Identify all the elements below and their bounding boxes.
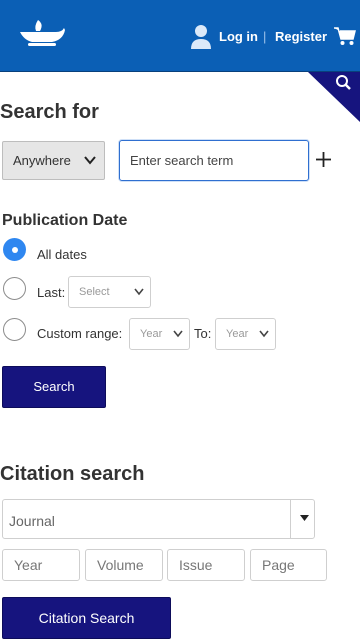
search-toggle-button[interactable]: [308, 72, 360, 122]
user-icon[interactable]: [190, 24, 212, 50]
chevron-down-icon: [84, 156, 96, 165]
cart-icon[interactable]: [334, 26, 356, 46]
to-year-value: Year: [226, 328, 249, 340]
chevron-down-icon: [173, 330, 183, 338]
volume-input[interactable]: Volume: [85, 549, 163, 581]
search-term-input[interactable]: Enter search term: [119, 140, 309, 181]
citation-search-heading: Citation search: [0, 463, 145, 485]
year-input[interactable]: Year: [2, 549, 80, 581]
plus-icon[interactable]: [315, 151, 332, 168]
chevron-down-icon: [134, 288, 144, 296]
site-header: Log in | Register: [0, 0, 360, 72]
citation-search-button[interactable]: Citation Search: [2, 597, 171, 639]
page-input[interactable]: Page: [250, 549, 327, 581]
issue-input[interactable]: Issue: [167, 549, 245, 581]
search-button[interactable]: Search: [2, 366, 106, 408]
publication-date-heading: Publication Date: [2, 212, 128, 229]
login-link[interactable]: Log in: [219, 29, 258, 44]
to-year-select[interactable]: Year: [215, 318, 276, 350]
register-link[interactable]: Register: [275, 29, 327, 44]
radio-custom-range[interactable]: [3, 318, 26, 341]
radio-last[interactable]: [3, 277, 26, 300]
last-label: Last:: [37, 285, 66, 300]
lamp-logo-icon[interactable]: [18, 18, 66, 48]
from-year-select[interactable]: Year: [129, 318, 190, 350]
search-scope-select[interactable]: Anywhere: [2, 141, 105, 180]
last-period-value: Select: [79, 286, 110, 298]
journal-placeholder: Journal: [9, 513, 55, 529]
to-label: To:: [194, 326, 212, 341]
chevron-down-icon: [259, 330, 269, 338]
all-dates-label: All dates: [37, 247, 87, 262]
search-scope-value: Anywhere: [13, 153, 71, 168]
custom-range-label: Custom range:: [37, 326, 123, 341]
combobox-divider: [290, 500, 291, 538]
journal-combobox[interactable]: Journal: [2, 499, 315, 539]
from-year-value: Year: [140, 328, 163, 340]
header-separator: |: [263, 29, 267, 44]
caret-down-icon[interactable]: [300, 515, 309, 521]
search-heading: Search for: [0, 101, 99, 123]
last-period-select[interactable]: Select: [68, 276, 151, 308]
radio-all-dates[interactable]: [3, 238, 26, 261]
